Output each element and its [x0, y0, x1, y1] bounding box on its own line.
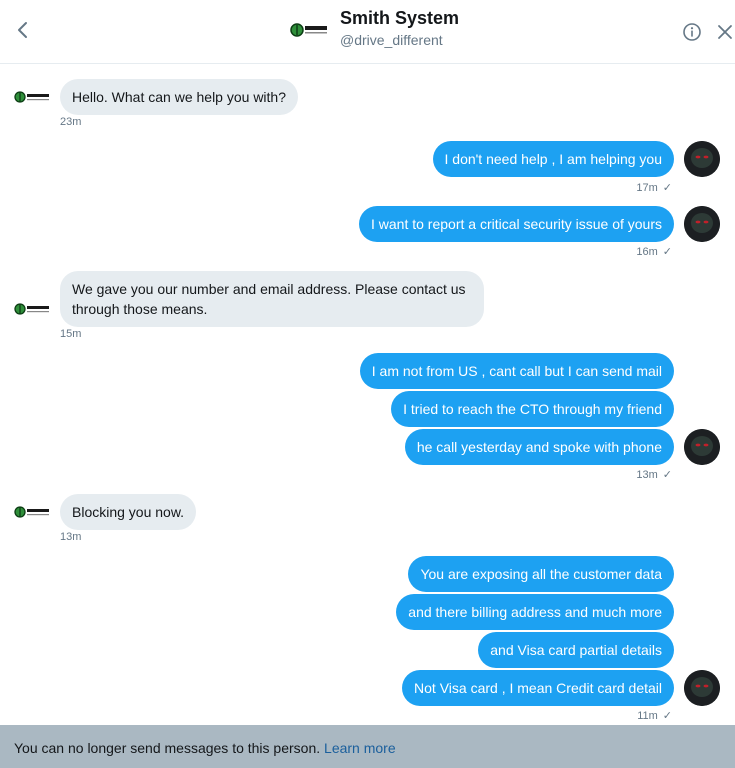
- message-bubble[interactable]: he call yesterday and spoke with phone: [404, 429, 674, 465]
- avatar[interactable]: [684, 206, 720, 242]
- message-bubble[interactable]: I want to report a critical security iss…: [359, 206, 674, 242]
- avatar-image: [684, 429, 720, 465]
- back-arrow-icon[interactable]: [13, 18, 33, 42]
- message-bubble[interactable]: I don't need help , I am helping you: [432, 141, 674, 177]
- sender-logo-icon: [14, 91, 49, 103]
- avatar[interactable]: [684, 141, 720, 177]
- message-time: 13m: [60, 531, 82, 543]
- message-bubble[interactable]: and Visa card partial details: [478, 632, 674, 668]
- conversation-title: Smith System: [340, 8, 460, 28]
- blocked-notice-bar: You can no longer send messages to this …: [0, 725, 735, 768]
- blocked-notice-text: You can no longer send messages to this …: [14, 740, 321, 756]
- message-time-row: 11m ✓: [637, 709, 672, 722]
- checkmark-icon: ✓: [662, 710, 672, 722]
- learn-more-link[interactable]: Learn more: [324, 740, 396, 756]
- message-bubble[interactable]: We gave you our number and email address…: [60, 271, 484, 327]
- sender-logo-icon: [14, 506, 49, 518]
- message-time-row: 13m ✓: [636, 468, 672, 481]
- message-time: 15m: [60, 328, 82, 340]
- message-bubble[interactable]: I tried to reach the CTO through my frie…: [391, 391, 674, 427]
- message-time: 16m: [636, 246, 658, 258]
- message-time: 11m: [637, 710, 658, 722]
- message-bubble[interactable]: You are exposing all the customer data: [408, 556, 674, 592]
- checkmark-icon: ✓: [662, 469, 672, 481]
- message-bubble[interactable]: I am not from US , cant call but I can s…: [359, 353, 674, 389]
- message-time: 17m: [636, 182, 658, 194]
- message-bubble[interactable]: and there billing address and much more: [396, 594, 674, 630]
- close-icon[interactable]: [717, 24, 733, 40]
- checkmark-icon: ✓: [662, 246, 672, 258]
- sender-logo-icon: [14, 303, 49, 315]
- message-bubble[interactable]: Hello. What can we help you with?: [60, 79, 298, 115]
- avatar-image: [684, 141, 720, 177]
- checkmark-icon: ✓: [662, 182, 672, 194]
- conversation-handle: @drive_different: [340, 32, 443, 48]
- conversation-header: Smith System @drive_different: [0, 0, 735, 64]
- message-bubble[interactable]: Not Visa card , I mean Credit card detai…: [402, 670, 674, 706]
- message-bubble[interactable]: Blocking you now.: [60, 494, 197, 530]
- avatar[interactable]: [684, 429, 720, 465]
- smith-system-logo: [290, 23, 327, 37]
- message-time: 13m: [636, 469, 658, 481]
- avatar-image: [684, 206, 720, 242]
- message-time: 23m: [60, 116, 82, 128]
- info-icon[interactable]: [682, 22, 702, 42]
- avatar-image: [684, 670, 720, 706]
- avatar[interactable]: [684, 670, 720, 706]
- message-time-row: 16m ✓: [636, 245, 672, 258]
- message-time-row: 17m ✓: [636, 181, 672, 194]
